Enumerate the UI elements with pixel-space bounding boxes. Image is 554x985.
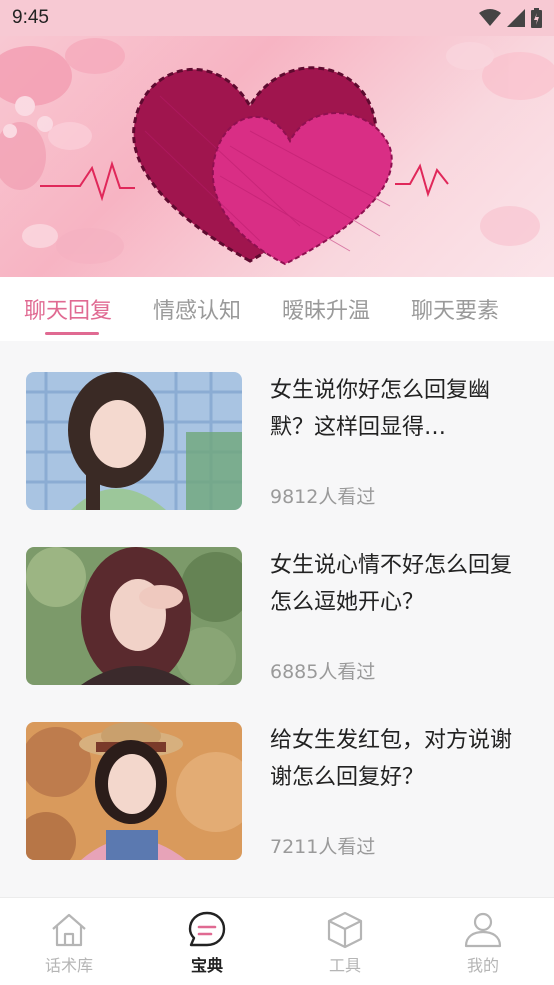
bottom-navigation: 话术库 宝典 工具 我的 (0, 897, 554, 985)
banner-hearts-illustration (0, 38, 554, 266)
article-card[interactable]: 女生说心情不好怎么回复怎么逗她开心？ 6885人看过 (0, 516, 554, 685)
nav-item-profile[interactable]: 我的 (414, 898, 552, 985)
article-card[interactable]: 给女生发红包，对方说谢谢怎么回复好？ 7211人看过 (0, 691, 554, 860)
status-bar: 9:45 (0, 0, 554, 36)
nav-label: 我的 (466, 956, 499, 975)
article-view-count: 7211人看过 (270, 836, 376, 858)
category-tabs: 聊天回复 情感认知 暧昧升温 聊天要素 (0, 277, 554, 341)
article-thumbnail (26, 722, 242, 860)
wifi-icon (479, 9, 501, 26)
tab-emotion-cognition[interactable]: 情感认知 (153, 293, 241, 325)
article-title: 女生说心情不好怎么回复怎么逗她开心？ (270, 553, 513, 615)
nav-label: 工具 (328, 956, 361, 975)
chat-bubble-icon (188, 911, 226, 947)
tab-chat-reply[interactable]: 聊天回复 (24, 293, 112, 325)
article-card[interactable]: 女生说你好怎么回复幽默？这样回显得… 9812人看过 (0, 341, 554, 510)
article-title: 给女生发红包，对方说谢谢怎么回复好？ (270, 728, 513, 790)
nav-item-guide[interactable]: 宝典 (138, 898, 276, 985)
tab-flirt-warming[interactable]: 暧昧升温 (282, 293, 370, 325)
tab-chat-elements[interactable]: 聊天要素 (411, 293, 499, 325)
article-title: 女生说你好怎么回复幽默？这样回显得… (270, 378, 491, 440)
nav-label: 话术库 (44, 956, 93, 975)
active-tab-indicator (45, 332, 99, 335)
banner-image[interactable] (0, 36, 554, 277)
article-thumbnail (26, 547, 242, 685)
battery-icon (531, 8, 542, 28)
cube-icon (327, 911, 363, 949)
status-time: 9:45 (12, 7, 49, 28)
home-icon (52, 913, 86, 947)
status-icons (479, 8, 542, 28)
nav-item-script-library[interactable]: 话术库 (0, 898, 138, 985)
article-thumbnail (26, 372, 242, 510)
signal-icon (507, 9, 525, 27)
user-icon (464, 912, 502, 948)
nav-label: 宝典 (190, 956, 223, 975)
nav-item-tools[interactable]: 工具 (276, 898, 414, 985)
article-view-count: 6885人看过 (270, 661, 376, 683)
article-view-count: 9812人看过 (270, 486, 376, 508)
